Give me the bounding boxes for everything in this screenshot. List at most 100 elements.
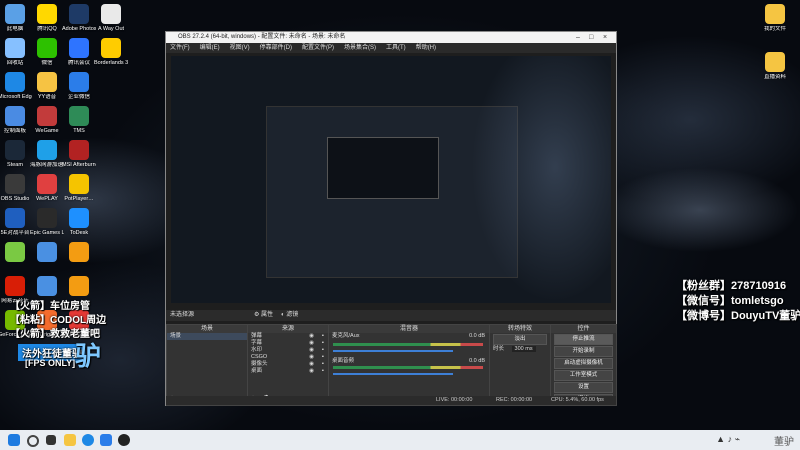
desktop-icon[interactable]: 我的文件 (758, 4, 792, 32)
menu-item[interactable]: 视图(V) (230, 43, 250, 53)
desktop-icon[interactable]: 腾讯会议 (62, 38, 96, 66)
filters-button[interactable]: ◐ 滤镜 (281, 310, 298, 321)
menu-item[interactable]: 场景集合(S) (344, 43, 376, 53)
desktop-icon[interactable]: Epic Games Launcher (30, 208, 64, 236)
eye-icon[interactable]: ◉ (309, 340, 314, 347)
eye-icon[interactable]: ◉ (309, 347, 314, 354)
scenes-header: 场景 (167, 325, 247, 333)
menu-item[interactable]: 编辑(E) (200, 43, 220, 53)
desktop-icon[interactable]: 控制面板 (0, 106, 32, 134)
control-button[interactable]: 工作室模式 (554, 370, 613, 381)
lock-icon[interactable]: ▪ (322, 347, 324, 354)
nested-preview-inner (327, 137, 439, 199)
control-button[interactable]: 设置 (554, 382, 613, 393)
task-view-icon[interactable] (46, 435, 56, 445)
mic-slider[interactable] (333, 350, 453, 352)
desktop-icon[interactable]: Steam (0, 140, 32, 168)
lock-icon[interactable]: ▪ (322, 368, 324, 375)
explorer-icon[interactable] (64, 434, 76, 446)
desktop-icon[interactable]: ToDesk (62, 208, 96, 236)
desktop-icon[interactable]: YY语音 (30, 72, 64, 100)
start-icon[interactable] (8, 434, 20, 446)
source-item[interactable]: 弹幕 ◉ ▪ (248, 333, 328, 340)
desktop-icon[interactable]: WePLAY (30, 174, 64, 202)
source-item[interactable]: 桌面 ◉ ▪ (248, 368, 328, 375)
menu-item[interactable]: 工具(T) (386, 43, 406, 53)
menu-item[interactable]: 文件(F) (170, 43, 190, 53)
eye-icon[interactable]: ◉ (309, 354, 314, 361)
obs-taskbar-icon[interactable] (118, 434, 130, 446)
properties-button[interactable]: ⚙ 属性 (254, 310, 273, 321)
app-icon (101, 38, 121, 58)
close-button[interactable]: × (603, 32, 607, 43)
desktop-icon[interactable]: 企业微信 (62, 72, 96, 100)
desktop-icon[interactable] (0, 242, 32, 264)
app-label: 回收站 (6, 60, 24, 66)
source-name: 桌面 (251, 368, 263, 374)
desktop-icon[interactable]: OBS Studio (0, 174, 32, 202)
source-item[interactable]: 字幕 ◉ ▪ (248, 340, 328, 347)
desktop-slider[interactable] (333, 373, 453, 375)
menu-item[interactable]: 配置文件(P) (302, 43, 334, 53)
source-item[interactable]: 摄像头 ◉ ▪ (248, 361, 328, 368)
desktop-icon[interactable]: Adobe Photosh… (62, 4, 96, 32)
eye-icon[interactable]: ◉ (309, 361, 314, 368)
desktop-icon[interactable] (30, 242, 64, 264)
lock-icon[interactable]: ▪ (322, 333, 324, 340)
app-label: 此电脑 (6, 26, 24, 32)
search-icon[interactable] (27, 435, 39, 447)
eye-icon[interactable]: ◉ (309, 368, 314, 375)
app-icon (37, 208, 57, 228)
desktop-icon[interactable]: 微信 (30, 38, 64, 66)
desktop-icon[interactable]: MSI Afterburner (62, 140, 96, 168)
lock-icon[interactable]: ▪ (322, 354, 324, 361)
sources-list: 弹幕 ◉ ▪ 字幕 ◉ ▪ 水印 ◉ ▪ CSGO ◉ ▪ 摄像头 ◉ ▪ 桌面 ◉ ▪ (248, 333, 328, 375)
obs-preview[interactable] (171, 56, 611, 303)
control-button[interactable]: 启动虚拟摄像机 (554, 358, 613, 369)
app-label: 5E对战平台 (0, 230, 30, 236)
mixer-channel-desktop: 桌面音频 0.0 dB (329, 358, 489, 365)
minimize-button[interactable]: – (576, 32, 580, 43)
app-icon (5, 140, 25, 160)
menu-item[interactable]: 停靠部件(D) (260, 43, 292, 53)
app-label: MSI Afterburner (62, 162, 96, 168)
store-icon[interactable] (100, 434, 112, 446)
cpu-status: CPU: 5.4%, 60.00 fps (551, 397, 604, 403)
app-label: ToDesk (69, 230, 89, 236)
desktop-icon[interactable]: 腾讯QQ (30, 4, 64, 32)
mixer-header: 混音器 (329, 325, 489, 333)
app-icon (69, 4, 89, 24)
lock-icon[interactable]: ▪ (322, 340, 324, 347)
dock-sources: 来源 弹幕◉▪字幕◉▪水印◉▪CSGO◉▪摄像头◉▪桌面◉▪ + − ⚙ ∧ ∨ (247, 324, 329, 406)
desktop-icon[interactable]: 5E对战平台 (0, 208, 32, 236)
scene-item[interactable]: 场景 (167, 333, 247, 340)
desktop-icon[interactable] (62, 276, 96, 298)
desktop-icon[interactable]: 海豚网游加速器5.0 (30, 140, 64, 168)
desktop-icon[interactable]: Microsoft Edge (0, 72, 32, 100)
desktop-icon[interactable]: 直播资料 (758, 52, 792, 80)
maximize-button[interactable]: □ (589, 32, 593, 43)
desktop-icon[interactable]: Borderlands 3 (94, 38, 128, 66)
desktop-icon[interactable]: TMS (62, 106, 96, 134)
edge-icon[interactable] (82, 434, 94, 446)
transition-select[interactable]: 淡出 (493, 334, 547, 345)
scene-strip: 未选择源 ⚙ 属性 ◐ 滤镜 (166, 310, 616, 321)
obs-window[interactable]: OBS 27.2.4 (64-bit, windows) - 配置文件: 未命名… (165, 31, 617, 406)
desktop-icon[interactable] (62, 242, 96, 264)
duration-input[interactable]: 300 ms (511, 346, 536, 352)
desktop-icon[interactable] (30, 276, 64, 298)
control-button[interactable]: 停止推流 (554, 334, 613, 345)
dock-scenes: 场景 场景 + − ∧ ∨ (166, 324, 248, 406)
control-button[interactable]: 开始录制 (554, 346, 613, 357)
desktop-icon[interactable]: A Way Out (94, 4, 128, 32)
lock-icon[interactable]: ▪ (322, 361, 324, 368)
desktop-icon[interactable]: 回收站 (0, 38, 32, 66)
source-item[interactable]: CSGO ◉ ▪ (248, 354, 328, 361)
tray-clock: 董驴 (774, 437, 794, 448)
menu-item[interactable]: 帮助(H) (416, 43, 436, 53)
eye-icon[interactable]: ◉ (309, 333, 314, 340)
source-item[interactable]: 水印 ◉ ▪ (248, 347, 328, 354)
desktop-icon[interactable]: 此电脑 (0, 4, 32, 32)
desktop-icon[interactable]: WeGame (30, 106, 64, 134)
desktop-icon[interactable]: PotPlayer… (62, 174, 96, 202)
